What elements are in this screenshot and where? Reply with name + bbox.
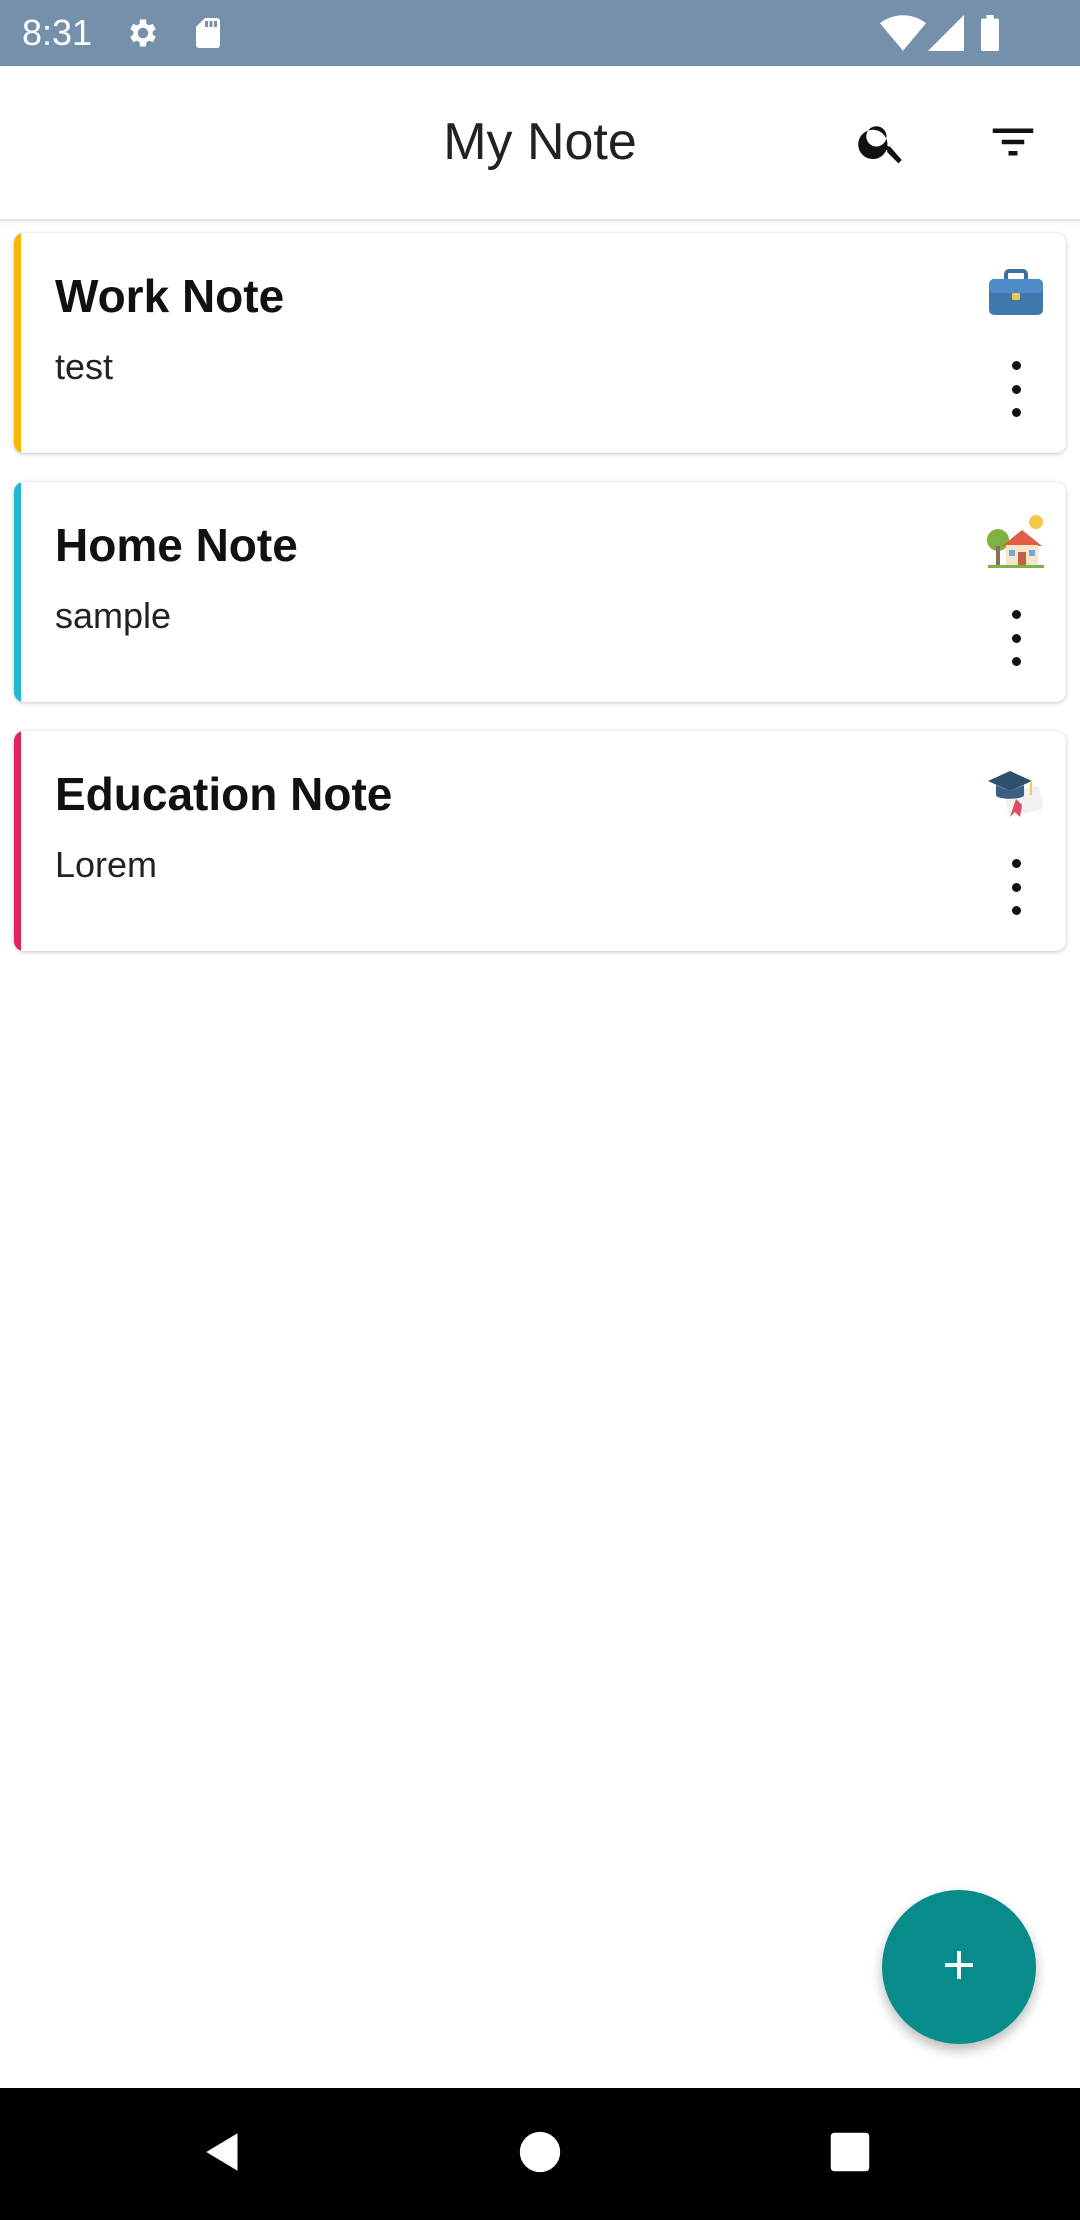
briefcase-icon — [986, 263, 1046, 323]
note-body: Lorem — [55, 844, 158, 885]
note-accent-bar — [14, 233, 21, 453]
wifi-icon — [880, 15, 926, 51]
back-button[interactable] — [185, 2118, 265, 2190]
status-time: 8:31 — [22, 12, 93, 53]
recents-icon — [829, 2131, 871, 2178]
home-button[interactable] — [500, 2118, 580, 2190]
gear-icon — [125, 15, 161, 51]
house-icon — [986, 512, 1046, 572]
battery-icon — [978, 15, 1002, 51]
note-card-home[interactable]: Home Note sample — [14, 482, 1066, 702]
note-card-work[interactable]: Work Note test — [14, 233, 1066, 453]
note-accent-bar — [14, 731, 21, 951]
more-options-button[interactable] — [996, 853, 1036, 921]
search-button[interactable] — [842, 104, 922, 184]
note-title: Education Note — [55, 768, 393, 820]
more-options-button[interactable] — [996, 604, 1036, 672]
search-icon — [855, 115, 909, 174]
status-bar: 8:31 — [0, 0, 1080, 66]
system-navigation-bar — [0, 2088, 1080, 2220]
sd-card-icon — [190, 15, 226, 51]
back-icon — [200, 2127, 250, 2182]
filter-button[interactable] — [973, 104, 1053, 184]
note-title: Work Note — [55, 270, 285, 322]
plus-icon — [935, 1941, 983, 1994]
recents-button[interactable] — [810, 2118, 890, 2190]
note-title: Home Note — [55, 519, 298, 571]
signal-icon — [928, 15, 964, 51]
home-icon — [518, 2130, 562, 2179]
more-options-button[interactable] — [996, 355, 1036, 423]
app-bar: My Note — [0, 66, 1080, 221]
graduation-cap-icon — [986, 761, 1046, 821]
note-body: test — [55, 346, 114, 387]
note-card-education[interactable]: Education Note Lorem — [14, 731, 1066, 951]
note-body: sample — [55, 595, 172, 636]
note-accent-bar — [14, 482, 21, 702]
add-note-button[interactable] — [882, 1890, 1036, 2044]
filter-icon — [986, 115, 1040, 174]
